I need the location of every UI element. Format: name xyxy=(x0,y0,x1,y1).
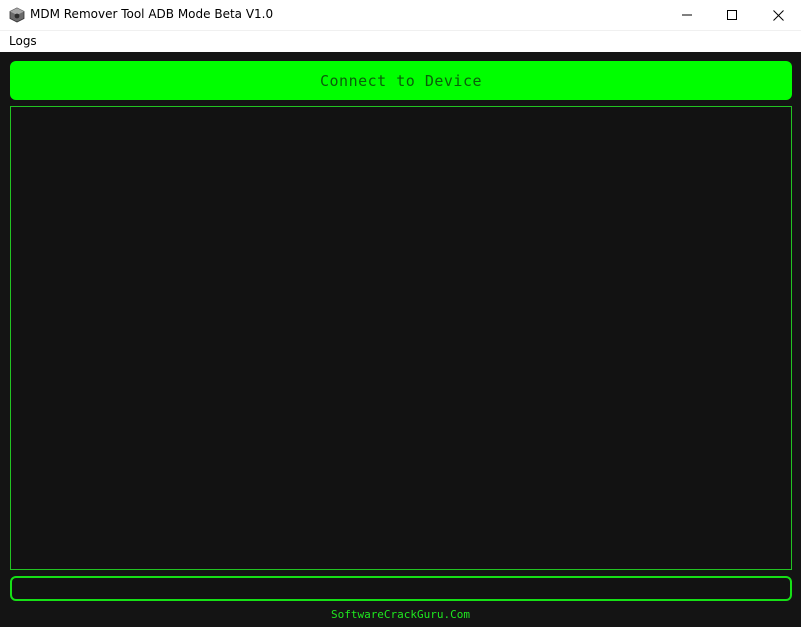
connect-to-device-button[interactable]: Connect to Device xyxy=(10,61,792,100)
close-button[interactable] xyxy=(755,0,801,30)
minimize-icon xyxy=(682,10,692,20)
command-input[interactable] xyxy=(10,576,792,601)
title-bar[interactable]: MDM Remover Tool ADB Mode Beta V1.0 xyxy=(0,0,801,31)
menu-item-logs[interactable]: Logs xyxy=(9,34,37,48)
window-title: MDM Remover Tool ADB Mode Beta V1.0 xyxy=(30,7,274,21)
close-icon xyxy=(772,9,784,21)
footer-website-link[interactable]: SoftwareCrackGuru.Com xyxy=(0,608,801,621)
log-output-area[interactable] xyxy=(10,106,792,570)
maximize-button[interactable] xyxy=(709,0,755,30)
app-icon xyxy=(9,7,25,23)
app-window: MDM Remover Tool ADB Mode Beta V1.0 Logs xyxy=(0,0,801,627)
minimize-button[interactable] xyxy=(664,0,710,30)
main-panel: Connect to Device SoftwareCrackGuru.Com xyxy=(0,52,801,627)
maximize-icon xyxy=(727,10,737,20)
menu-bar: Logs xyxy=(0,31,801,52)
